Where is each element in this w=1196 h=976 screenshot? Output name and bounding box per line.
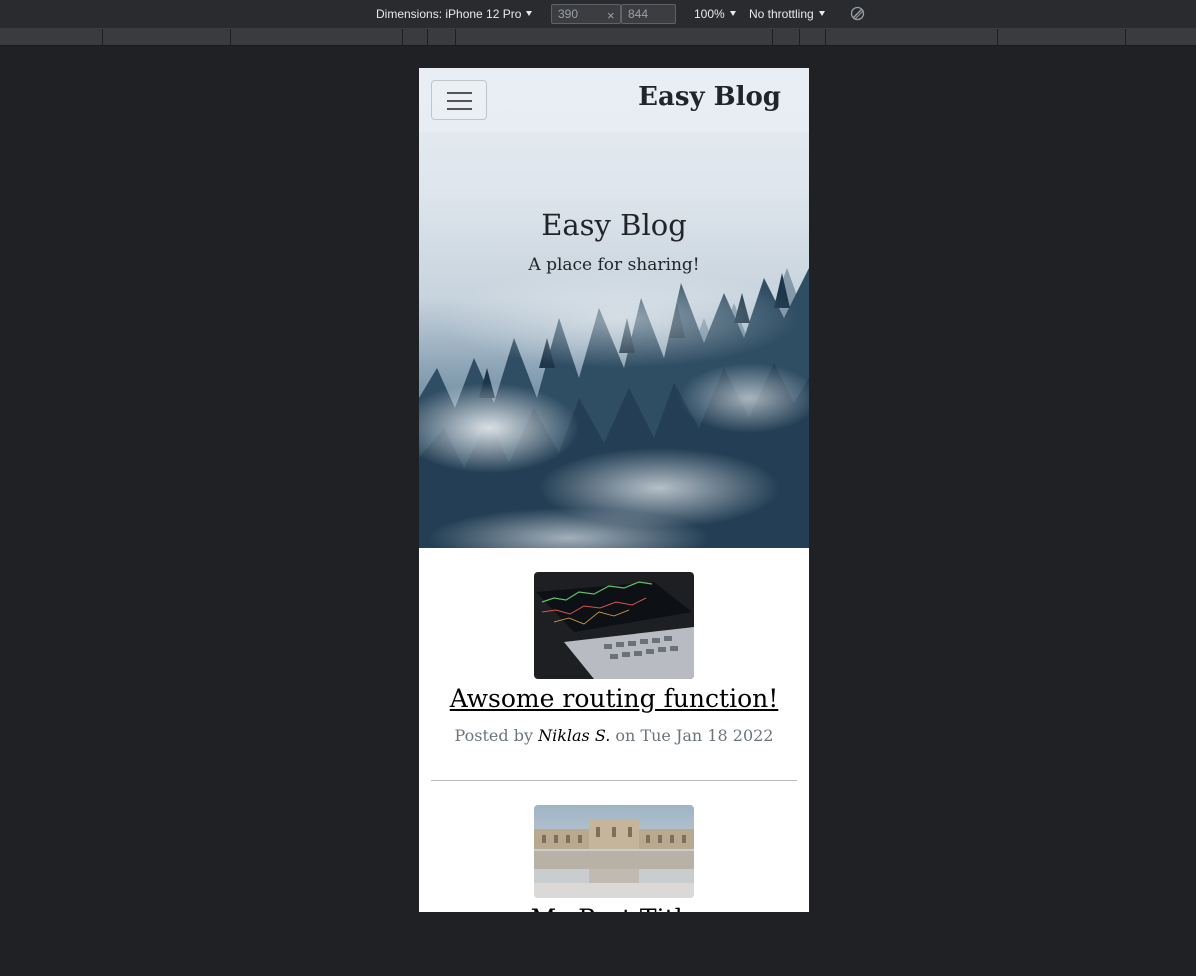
- zoom-label: 100%: [694, 7, 725, 21]
- zoom-dropdown[interactable]: 100%: [694, 7, 736, 21]
- media-query-ruler[interactable]: [0, 29, 1196, 46]
- post-meta-prefix: Posted by: [454, 726, 533, 745]
- post-title-link[interactable]: My Post Title: [419, 904, 809, 912]
- dimensions-dropdown[interactable]: Dimensions: iPhone 12 Pro: [376, 7, 533, 21]
- post-meta-date: on Tue Jan 18 2022: [615, 726, 774, 745]
- height-input[interactable]: [621, 4, 676, 24]
- post-divider: [431, 780, 797, 781]
- throttling-dropdown[interactable]: No throttling: [749, 7, 825, 21]
- navbar-brand[interactable]: Easy Blog: [638, 82, 781, 112]
- devtools-device-toolbar: Dimensions: iPhone 12 Pro × 100% No thro…: [0, 0, 1196, 29]
- rotate-icon[interactable]: [850, 6, 865, 21]
- times-icon: ×: [607, 8, 615, 23]
- site-subheading: A place for sharing!: [528, 255, 700, 275]
- navbar-toggler-button[interactable]: [431, 80, 487, 120]
- chevron-down-icon: [729, 11, 736, 16]
- post-thumbnail[interactable]: [534, 572, 694, 679]
- site-heading: Easy Blog: [541, 208, 687, 242]
- reflecting-building-image: [534, 805, 694, 898]
- throttling-label: No throttling: [749, 7, 814, 21]
- dimensions-label: Dimensions: iPhone 12 Pro: [376, 7, 522, 21]
- post-meta: Posted by Niklas S. on Tue Jan 18 2022: [419, 726, 809, 745]
- navbar: Easy Blog: [419, 68, 809, 132]
- laptop-chart-image: [534, 572, 694, 679]
- post-title-link[interactable]: Awsome routing function!: [419, 684, 809, 713]
- chevron-down-icon: [818, 11, 825, 16]
- device-viewport: Easy Blog Easy Blog A place for sharing!…: [419, 68, 809, 912]
- post-thumbnail[interactable]: [534, 805, 694, 898]
- forest-background-image: [419, 268, 809, 548]
- chevron-down-icon: [526, 11, 533, 16]
- hero-header: Easy Blog Easy Blog A place for sharing!: [419, 68, 809, 548]
- post-author-link[interactable]: Niklas S.: [538, 726, 610, 745]
